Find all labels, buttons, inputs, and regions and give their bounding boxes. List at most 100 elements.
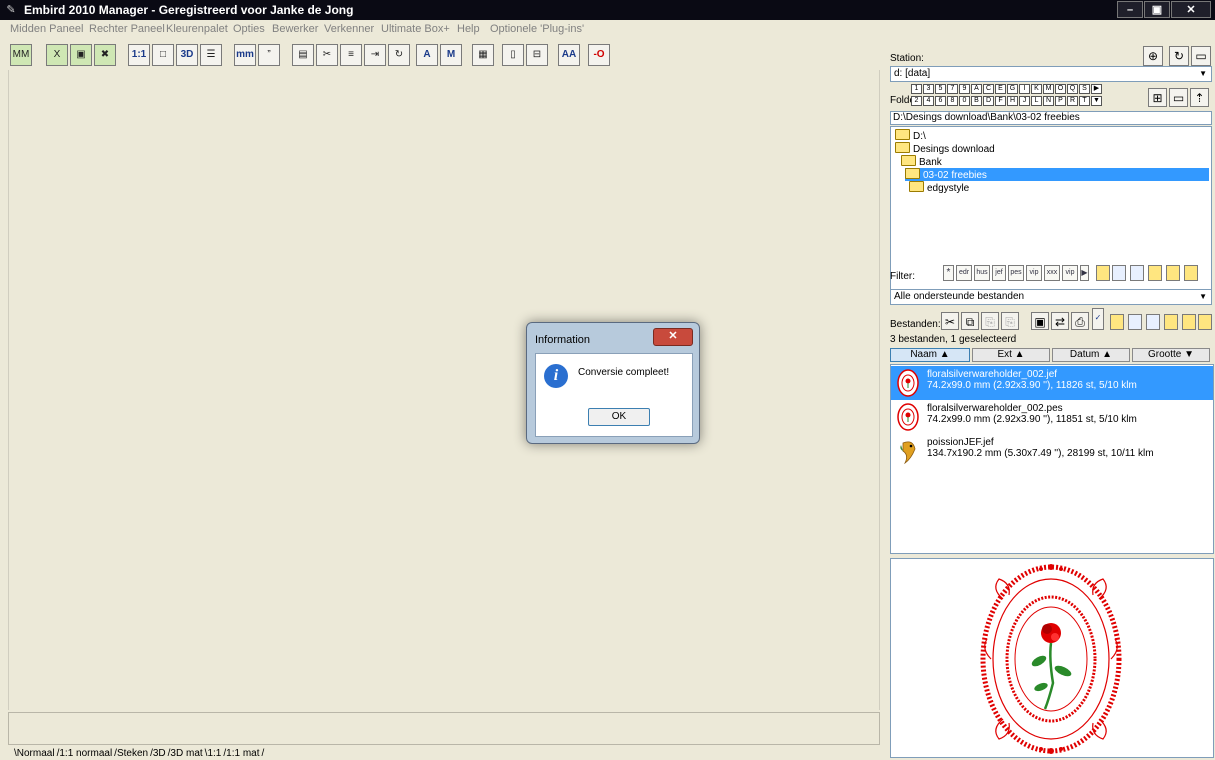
tree-item[interactable]: edgystyle — [909, 181, 969, 194]
tab-3d-mat[interactable]: /3D mat — [168, 748, 203, 759]
text-a-icon[interactable]: A — [416, 44, 438, 66]
tab-1-1-normaal[interactable]: /1:1 normaal — [57, 748, 113, 759]
folder-key[interactable]: 7 — [947, 84, 958, 94]
folder-key[interactable]: 0 — [959, 96, 970, 106]
filter-button[interactable]: ▶ — [1080, 265, 1089, 281]
file-row[interactable]: poissionJEF.jef 134.7x190.2 mm (5.30x7.4… — [891, 434, 1213, 468]
file-row[interactable]: floralsilverwareholder_002.pes 74.2x99.0… — [891, 400, 1213, 434]
refresh-icon[interactable]: ↻ — [1169, 46, 1189, 66]
folder-key[interactable]: G — [1007, 84, 1018, 94]
folder-key[interactable]: P — [1055, 96, 1066, 106]
paste-icon[interactable]: ⎘ — [981, 312, 999, 330]
minimize-button[interactable]: – — [1117, 1, 1143, 18]
new-folder-icon[interactable]: ⊞ — [1148, 88, 1167, 107]
folder-key[interactable]: 6 — [935, 96, 946, 106]
folder-key[interactable]: 3 — [923, 84, 934, 94]
folder-key[interactable]: 4 — [923, 96, 934, 106]
folder-key[interactable]: 5 — [935, 84, 946, 94]
maximize-button[interactable]: ▣ — [1144, 1, 1170, 18]
copy-icon[interactable]: ⧉ — [961, 312, 979, 330]
properties-icon[interactable]: ⊟ — [526, 44, 548, 66]
menu-midden-paneel[interactable]: Midden Paneel — [10, 23, 83, 35]
dialog-close-button[interactable]: ✕ — [653, 328, 693, 346]
column-name[interactable]: Naam ▲ — [890, 348, 970, 362]
column-size[interactable]: Grootte ▼ — [1132, 348, 1210, 362]
cut-icon[interactable]: ✂ — [941, 312, 959, 330]
folder-key[interactable]: E — [995, 84, 1006, 94]
menu-plugins[interactable]: Optionele 'Plug-ins' — [490, 23, 584, 35]
view-icon[interactable] — [1164, 314, 1178, 330]
folder-key[interactable]: N — [1043, 96, 1054, 106]
view-icon[interactable] — [1112, 265, 1126, 281]
view-icon[interactable] — [1166, 265, 1180, 281]
copy-icon[interactable]: ▯ — [502, 44, 524, 66]
zoom-1-1-icon[interactable]: 1:1 — [128, 44, 150, 66]
edit-icon[interactable]: X — [46, 44, 68, 66]
menu-verkenner[interactable]: Verkenner — [324, 23, 374, 35]
view-icon[interactable] — [1128, 314, 1142, 330]
menu-opties[interactable]: Opties — [233, 23, 265, 35]
view-icon[interactable] — [1184, 265, 1198, 281]
menu-rechter-paneel[interactable]: Rechter Paneel — [89, 23, 165, 35]
folder-key[interactable]: R — [1067, 96, 1078, 106]
folder-key[interactable]: I — [1019, 84, 1030, 94]
tab-1-1[interactable]: \1:1 — [205, 748, 222, 759]
folder-key[interactable]: 8 — [947, 96, 958, 106]
filter-button[interactable]: xxx — [1044, 265, 1060, 281]
folder-key[interactable]: L — [1031, 96, 1042, 106]
convert-icon[interactable]: ⇄ — [1051, 312, 1069, 330]
delete-icon[interactable]: ✖ — [94, 44, 116, 66]
filter-button[interactable]: jef — [992, 265, 1006, 281]
filter-button[interactable]: vip — [1062, 265, 1078, 281]
folder-key[interactable]: M — [1043, 84, 1054, 94]
ruler-inch-icon[interactable]: ” — [258, 44, 280, 66]
tree-item[interactable]: Desings download — [895, 142, 995, 155]
folder-key[interactable]: H — [1007, 96, 1018, 106]
tab-steken[interactable]: /Steken — [114, 748, 148, 759]
drive-icon[interactable]: ▭ — [1191, 46, 1211, 66]
filter-button[interactable]: edr — [956, 265, 972, 281]
tree-item[interactable]: Bank — [901, 155, 942, 168]
scissors-icon[interactable]: ✂ — [316, 44, 338, 66]
filter-button[interactable]: vip — [1026, 265, 1042, 281]
menu-ultimate-box[interactable]: Ultimate Box+ — [381, 23, 450, 35]
menu-kleurenpalet[interactable]: Kleurenpalet — [166, 23, 228, 35]
folder-key[interactable]: K — [1031, 84, 1042, 94]
folder-key[interactable]: S — [1079, 84, 1090, 94]
filter-button[interactable]: * — [943, 265, 954, 281]
machine-icon[interactable]: ▤ — [292, 44, 314, 66]
folder-key[interactable]: A — [971, 84, 982, 94]
tree-item-selected[interactable]: 03-02 freebies — [905, 168, 1209, 181]
open-icon[interactable]: ▣ — [1031, 312, 1049, 330]
font-size-icon[interactable]: AA — [558, 44, 580, 66]
folder-key[interactable]: 9 — [959, 84, 970, 94]
view-icon[interactable] — [1146, 314, 1160, 330]
image-icon[interactable]: ▣ — [70, 44, 92, 66]
folder-key[interactable]: ▶ — [1091, 84, 1102, 94]
file-row[interactable]: floralsilverwareholder_002.jef 74.2x99.0… — [891, 366, 1213, 400]
save-icon[interactable]: ▦ — [472, 44, 494, 66]
design-canvas[interactable] — [8, 70, 880, 710]
check-icon[interactable]: ✓ — [1092, 308, 1104, 330]
list-icon[interactable]: ≡ — [340, 44, 362, 66]
column-ext[interactable]: Ext ▲ — [972, 348, 1050, 362]
folder-key[interactable]: T — [1079, 96, 1090, 106]
rotate-icon[interactable]: ↻ — [388, 44, 410, 66]
folder-up-icon[interactable]: ⇡ — [1190, 88, 1209, 107]
stitch-icon[interactable]: MM — [10, 44, 32, 66]
filter-button[interactable]: hus — [974, 265, 990, 281]
folder-key[interactable]: D — [983, 96, 994, 106]
ok-button[interactable]: OK — [588, 408, 650, 426]
view-3d-icon[interactable]: 3D — [176, 44, 198, 66]
filter-select[interactable]: Alle ondersteunde bestanden ▼ — [890, 289, 1212, 305]
folder-key[interactable]: ▼ — [1091, 96, 1102, 106]
tree-item[interactable]: D:\ — [895, 129, 926, 142]
view-icon[interactable] — [1130, 265, 1144, 281]
zoom-icon[interactable]: ⊕ — [1143, 46, 1163, 66]
print-icon[interactable]: ⎙ — [1071, 312, 1089, 330]
view-icon[interactable] — [1096, 265, 1110, 281]
monitor-icon[interactable]: □ — [152, 44, 174, 66]
close-button[interactable]: ✕ — [1171, 1, 1211, 18]
fabric-icon[interactable]: ☰ — [200, 44, 222, 66]
filter-button[interactable]: pes — [1008, 265, 1024, 281]
